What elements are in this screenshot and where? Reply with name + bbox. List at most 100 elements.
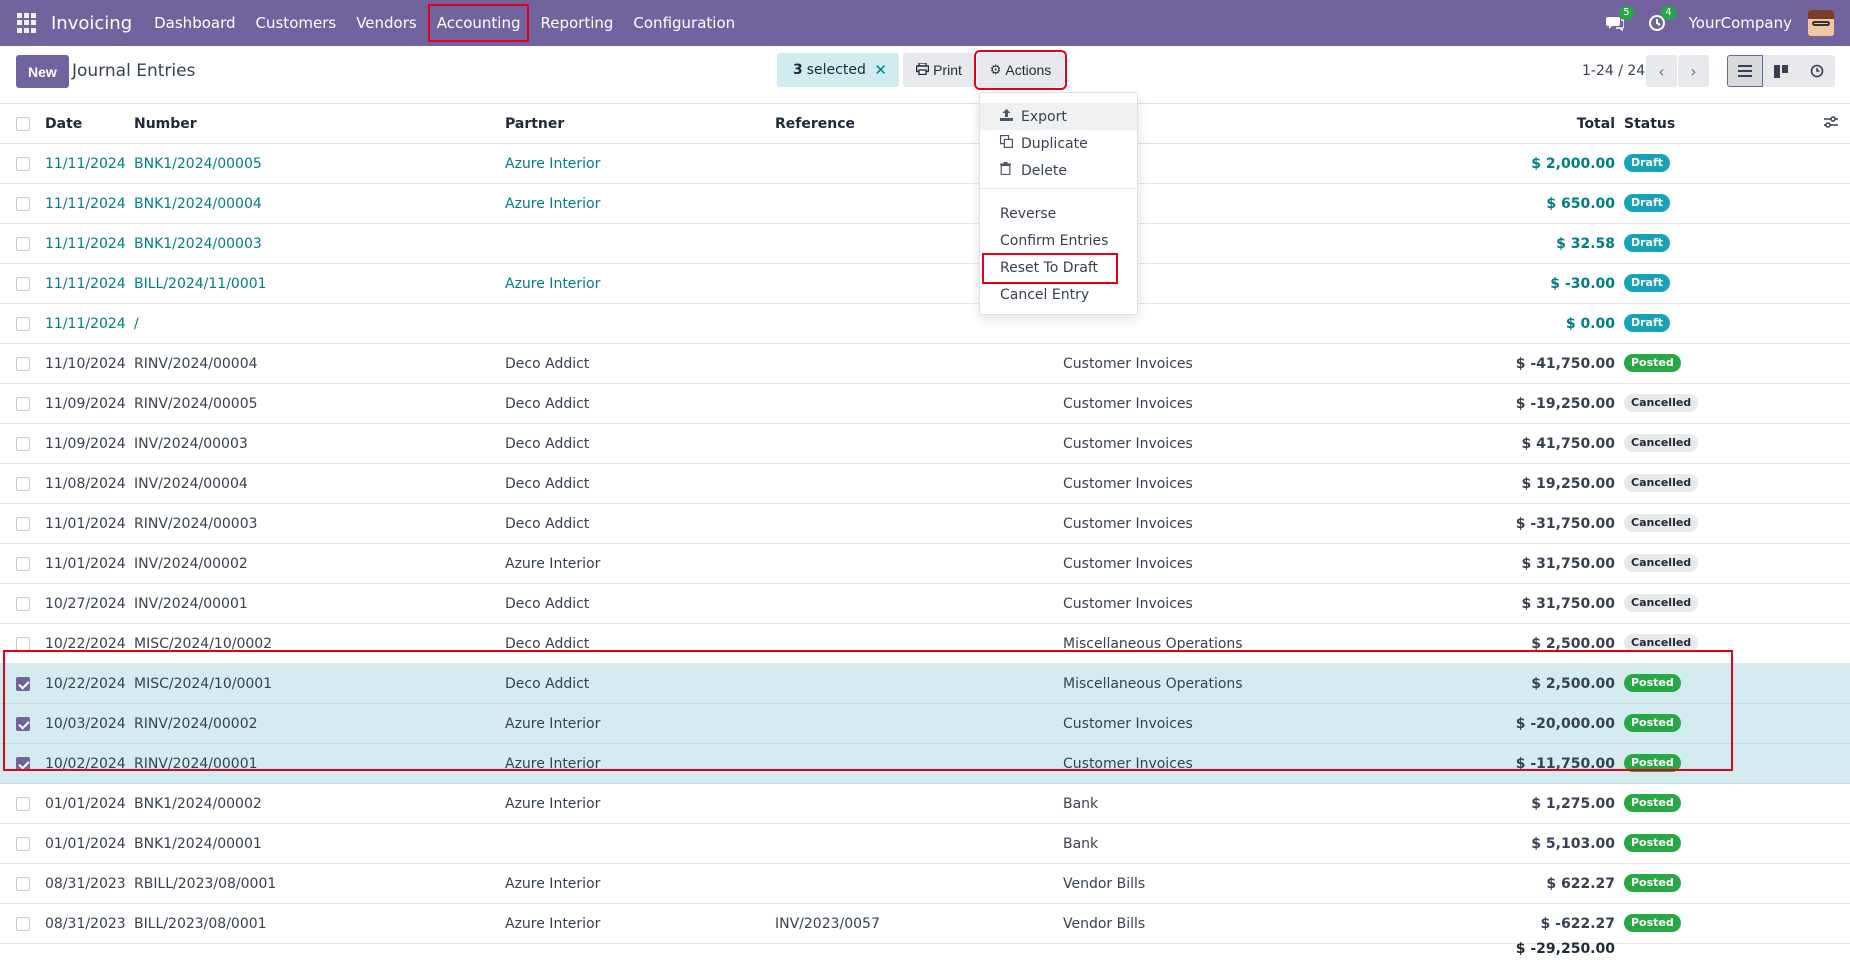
action-export[interactable]: Export [980,103,1137,130]
action-export-label: Export [1021,108,1067,125]
cell-journal: Customer Invoices [1063,596,1193,612]
select-all-checkbox[interactable] [16,117,30,131]
table-row[interactable]: 11/09/2024 INV/2024/00003 Deco Addict Custo… [0,424,1850,464]
column-total[interactable]: Total [1577,116,1615,132]
row-checkbox[interactable] [16,157,30,171]
column-reference[interactable]: Reference [775,116,855,132]
row-checkbox[interactable] [16,557,30,571]
status-badge: Posted [1624,794,1681,812]
table-row[interactable]: 10/27/2024 INV/2024/00001 Deco Addict Custo… [0,584,1850,624]
messages-icon[interactable]: 5 [1605,6,1634,33]
status-badge: Posted [1624,914,1681,932]
activities-icon[interactable]: 4 [1647,6,1676,33]
clear-selection-icon[interactable]: ✕ [874,61,887,79]
list-view-button[interactable] [1727,55,1763,87]
company-switcher[interactable]: YourCompany [1689,14,1792,32]
table-row[interactable]: 01/01/2024 BNK1/2024/00002 Azure Interior B… [0,784,1850,824]
row-checkbox[interactable] [16,717,30,731]
row-checkbox[interactable] [16,237,30,251]
row-checkbox[interactable] [16,277,30,291]
row-checkbox[interactable] [16,797,30,811]
table-row[interactable]: 10/22/2024 MISC/2024/10/0001 Deco Addict Mi… [0,664,1850,704]
row-checkbox[interactable] [16,917,30,931]
row-checkbox[interactable] [16,357,30,371]
cell-journal: Miscellaneous Operations [1063,676,1243,692]
column-date[interactable]: Date [45,116,82,132]
table-row[interactable]: 01/01/2024 BNK1/2024/00001 Bank $ 5,103.00 P… [0,824,1850,864]
pager-previous-button[interactable]: ‹ [1646,55,1677,87]
column-partner[interactable]: Partner [505,116,564,132]
action-reverse[interactable]: Reverse [980,200,1137,227]
action-duplicate[interactable]: Duplicate [980,130,1137,157]
column-number[interactable]: Number [134,116,197,132]
cell-journal: Miscellaneous Operations [1063,636,1243,652]
row-checkbox[interactable] [16,837,30,851]
menu-configuration[interactable]: Configuration [626,6,742,40]
pager-value[interactable]: 1-24 / 24 [1582,63,1645,79]
table-row[interactable]: 08/31/2023 RBILL/2023/08/0001 Azure Interi… [0,864,1850,904]
action-reset-to-draft[interactable]: Reset To Draft [980,253,1137,284]
table-row[interactable]: 11/11/2024 BNK1/2024/00003 $ 32.58 Draft [0,224,1850,264]
column-status[interactable]: Status [1624,116,1675,132]
optional-columns-icon[interactable] [1824,116,1838,132]
print-button[interactable]: Print [903,53,975,87]
status-badge: Cancelled [1624,634,1699,652]
apps-menu-icon[interactable] [17,13,37,33]
cell-date: 11/01/2024 [45,556,126,572]
kanban-view-button[interactable] [1763,55,1799,87]
status-badge: Draft [1624,154,1671,172]
row-checkbox[interactable] [16,477,30,491]
table-row[interactable]: 10/02/2024 RINV/2024/00001 Azure Interior C… [0,744,1850,784]
table-row[interactable]: 11/11/2024 BILL/2024/11/0001 Azure Interio… [0,264,1850,304]
new-button[interactable]: New [16,55,69,88]
row-checkbox[interactable] [16,317,30,331]
table-row[interactable]: 11/11/2024 / $ 0.00 Draft [0,304,1850,344]
cell-number: INV/2024/00004 [134,476,248,492]
table-row[interactable]: 11/09/2024 RINV/2024/00005 Deco Addict Cust… [0,384,1850,424]
action-duplicate-label: Duplicate [1021,135,1088,152]
row-checkbox[interactable] [16,517,30,531]
actions-button[interactable]: ⚙ Actions [974,50,1067,90]
table-row[interactable]: 11/08/2024 INV/2024/00004 Deco Addict Custo… [0,464,1850,504]
action-cancel-entry[interactable]: Cancel Entry [980,281,1137,308]
cell-number: RINV/2024/00003 [134,516,258,532]
pager-next-button[interactable]: › [1678,55,1709,87]
row-checkbox[interactable] [16,637,30,651]
menu-dashboard[interactable]: Dashboard [147,6,242,40]
status-badge: Cancelled [1624,434,1699,452]
table-row[interactable]: 11/01/2024 RINV/2024/00003 Deco Addict Cust… [0,504,1850,544]
table-row[interactable]: 08/31/2023 BILL/2023/08/0001 Azure Interio… [0,904,1850,944]
row-checkbox[interactable] [16,397,30,411]
menu-accounting[interactable]: Accounting [427,4,530,42]
activity-view-button[interactable] [1799,55,1835,87]
menu-reporting[interactable]: Reporting [533,6,620,40]
cell-total: $ -30.00 [1550,276,1615,292]
user-avatar[interactable] [1808,10,1834,36]
status-badge: Posted [1624,834,1681,852]
print-label: Print [933,62,962,78]
cell-total: $ 2,500.00 [1531,636,1615,652]
row-checkbox[interactable] [16,757,30,771]
row-checkbox[interactable] [16,437,30,451]
action-confirm-entries[interactable]: Confirm Entries [980,227,1137,254]
menu-vendors[interactable]: Vendors [349,6,424,40]
app-brand[interactable]: Invoicing [51,13,132,34]
table-row[interactable]: 11/10/2024 RINV/2024/00004 Deco Addict Cust… [0,344,1850,384]
row-checkbox[interactable] [16,197,30,211]
table-row[interactable]: 11/01/2024 INV/2024/00002 Azure Interior Cu… [0,544,1850,584]
cell-partner: Azure Interior [505,276,601,292]
cell-partner: Deco Addict [505,596,590,612]
cell-date: 11/08/2024 [45,476,126,492]
menu-customers[interactable]: Customers [249,6,344,40]
row-checkbox[interactable] [16,877,30,891]
table-row[interactable]: 11/11/2024 BNK1/2024/00005 Azure Interior $… [0,144,1850,184]
table-row[interactable]: 10/22/2024 MISC/2024/10/0002 Deco Addict Mi… [0,624,1850,664]
cell-date: 10/27/2024 [45,596,126,612]
row-checkbox[interactable] [16,677,30,691]
row-checkbox[interactable] [16,597,30,611]
cell-total: $ 32.58 [1556,236,1615,252]
table-row[interactable]: 10/03/2024 RINV/2024/00002 Azure Interior C… [0,704,1850,744]
table-row[interactable]: 11/11/2024 BNK1/2024/00004 Azure Interior $… [0,184,1850,224]
action-delete[interactable]: Delete [980,157,1137,184]
list-icon [1738,65,1752,77]
